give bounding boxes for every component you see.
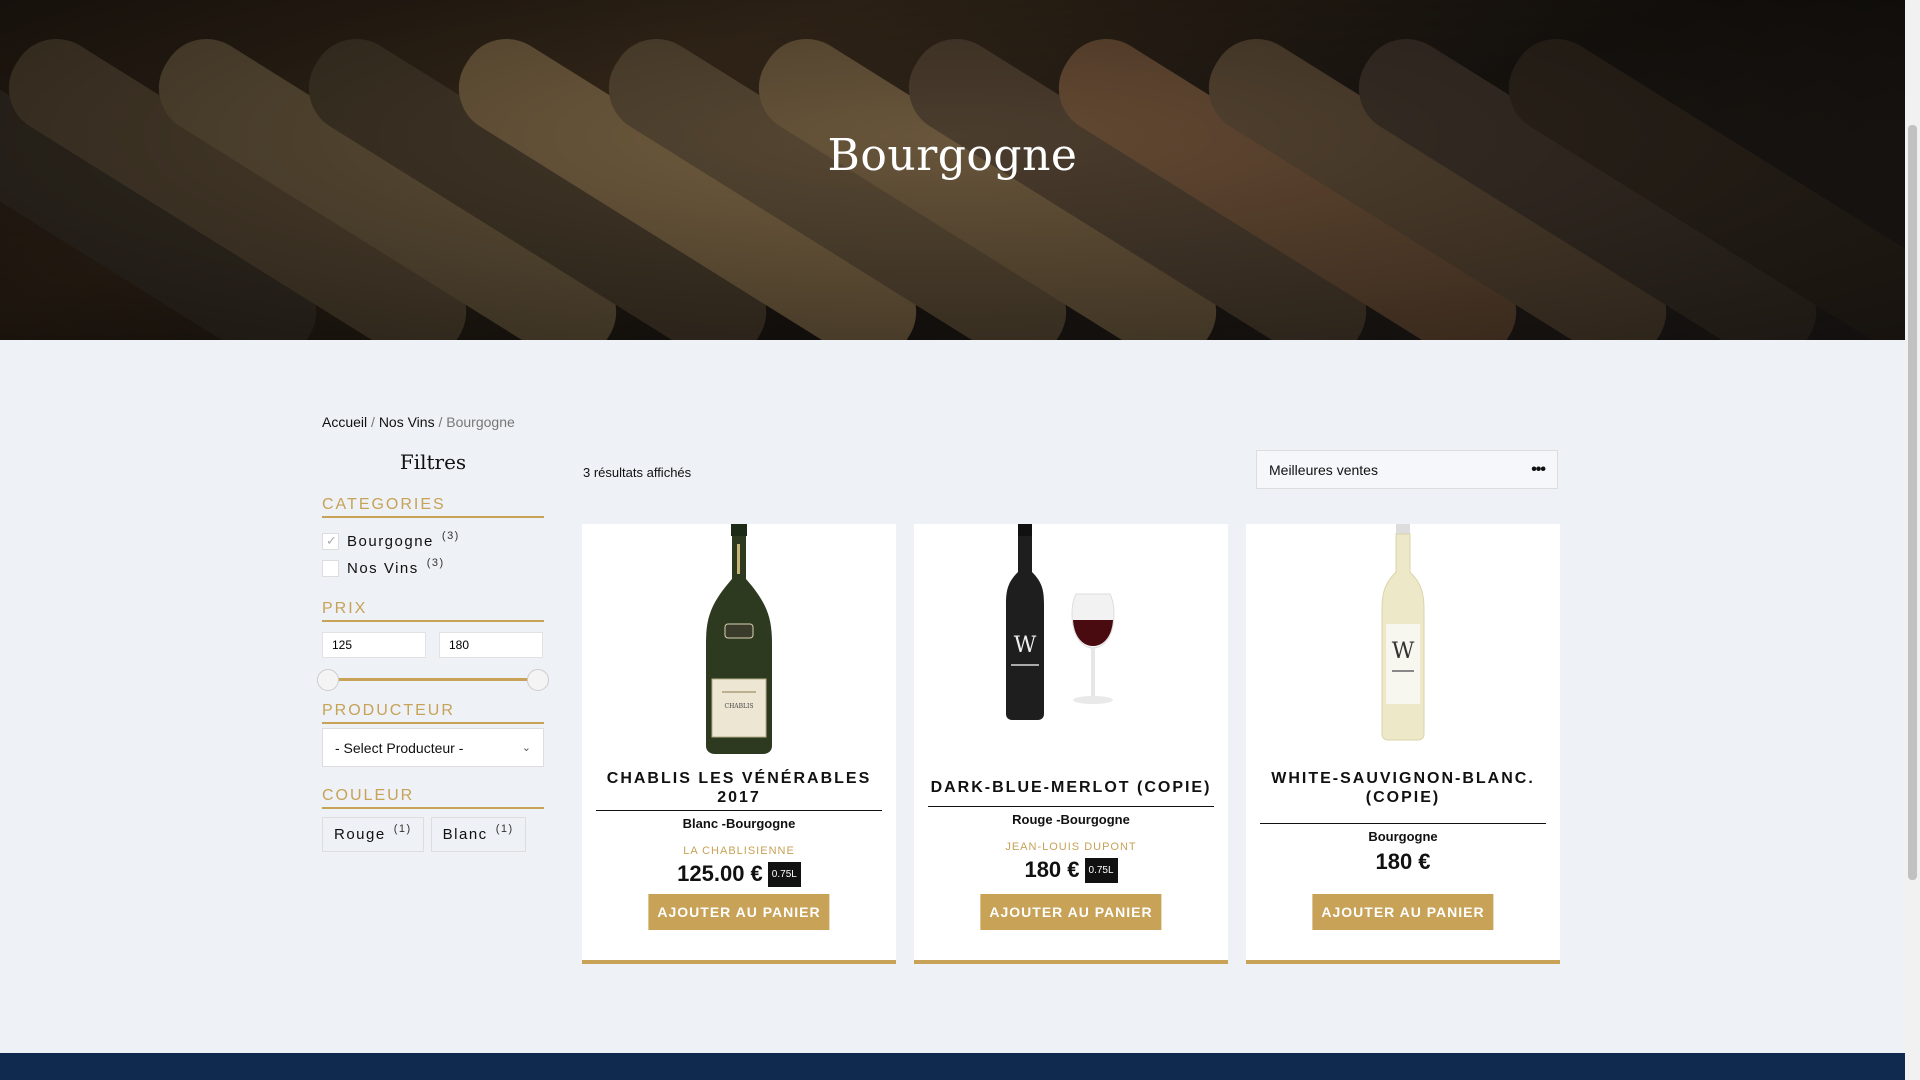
chevron-down-icon: ⌄ [521, 742, 531, 754]
breadcrumb-current: Bourgogne [446, 414, 515, 430]
check-icon: ✓ [326, 533, 339, 548]
slider-track [329, 678, 537, 681]
product-image[interactable]: W [1246, 524, 1560, 754]
volume-badge: 0.75L [767, 861, 801, 887]
price-max-input[interactable] [439, 632, 543, 658]
product-price: 125.00 € [677, 861, 763, 886]
breadcrumb-parent-link[interactable]: Nos Vins [379, 414, 435, 430]
breadcrumb: Accueil / Nos Vins / Bourgogne [322, 414, 515, 430]
product-category: Blanc -Bourgogne [682, 816, 796, 831]
add-to-cart-button[interactable]: AJOUTER AU PANIER [1312, 894, 1494, 930]
checkbox[interactable] [322, 560, 339, 577]
hero-banner: Bourgogne [0, 0, 1905, 340]
categories-heading: CATEGORIES [322, 496, 544, 518]
wine-bottle-icon: CHABLIS [706, 524, 772, 754]
filters-sidebar: Filtres CATEGORIES ✓ Bourgogne (3) Nos V… [317, 450, 549, 852]
category-filter-bourgogne[interactable]: ✓ Bourgogne (3) [322, 528, 544, 555]
price-heading: PRIX [322, 600, 544, 622]
volume-badge: 0.75L [1084, 857, 1118, 883]
add-to-cart-button[interactable]: AJOUTER AU PANIER [980, 894, 1162, 930]
category-filter-nos-vins[interactable]: Nos Vins (3) [322, 555, 544, 582]
price-min-input[interactable] [322, 632, 426, 658]
product-price: 180 € [1375, 849, 1431, 874]
product-card[interactable]: W WHITE-SAUVIGNON-BLANC. (COPIE) Bourgog… [1246, 524, 1560, 964]
color-heading: COULEUR [322, 787, 544, 809]
product-image[interactable]: W [914, 524, 1228, 754]
wine-bottle-icon: W [1381, 524, 1425, 741]
checkbox[interactable]: ✓ [322, 533, 339, 550]
color-filter-rouge[interactable]: Rouge (1) [322, 817, 424, 852]
producer-heading: PRODUCTEUR [322, 702, 544, 724]
svg-text:CHABLIS: CHABLIS [724, 703, 753, 710]
wine-bottle-icon: W [1006, 524, 1115, 720]
slider-min-handle[interactable] [317, 669, 339, 691]
page-scrollbar[interactable] [1905, 0, 1920, 1080]
product-category: Bourgogne [1368, 829, 1438, 844]
add-to-cart-button[interactable]: AJOUTER AU PANIER [648, 894, 830, 930]
product-category: Rouge -Bourgogne [1012, 812, 1130, 827]
page-title: Bourgogne [827, 130, 1078, 181]
product-grid: CHABLIS CHABLIS LES VÉNÉRABLES 2017 Blan… [582, 524, 1560, 964]
product-name[interactable]: CHABLIS LES VÉNÉRABLES 2017 [582, 769, 896, 807]
sort-select[interactable]: Meilleures ventes ••• [1256, 450, 1558, 489]
price-range-slider[interactable] [317, 658, 549, 698]
slider-max-handle[interactable] [527, 669, 549, 691]
product-producer: JEAN-LOUIS DUPONT [1005, 841, 1137, 853]
color-filter-blanc[interactable]: Blanc (1) [430, 817, 526, 852]
svg-text:W: W [1392, 639, 1415, 664]
product-name[interactable]: WHITE-SAUVIGNON-BLANC. (COPIE) [1246, 769, 1560, 807]
product-image[interactable]: CHABLIS [582, 524, 896, 754]
footer-bar [0, 1053, 1905, 1080]
product-name[interactable]: DARK-BLUE-MERLOT (COPIE) [914, 778, 1228, 797]
results-count: 3 résultats affichés [583, 465, 692, 480]
filters-title: Filtres [399, 450, 467, 474]
breadcrumb-home-link[interactable]: Accueil [322, 414, 367, 430]
scrollbar-thumb[interactable] [1908, 125, 1917, 880]
product-card[interactable]: CHABLIS CHABLIS LES VÉNÉRABLES 2017 Blan… [582, 524, 896, 964]
product-producer: LA CHABLISIENNE [683, 845, 795, 857]
product-price: 180 € [1024, 857, 1080, 882]
svg-text:W: W [1014, 633, 1037, 658]
product-card[interactable]: W DARK-BLUE-MERLOT (COPIE) Rouge -Bourgo… [914, 524, 1228, 964]
more-dots-icon: ••• [1531, 460, 1546, 478]
price-inputs [322, 632, 544, 658]
producer-select[interactable]: - Select Producteur - ⌄ [322, 728, 544, 767]
color-filters: Rouge (1) Blanc (1) [322, 817, 544, 852]
